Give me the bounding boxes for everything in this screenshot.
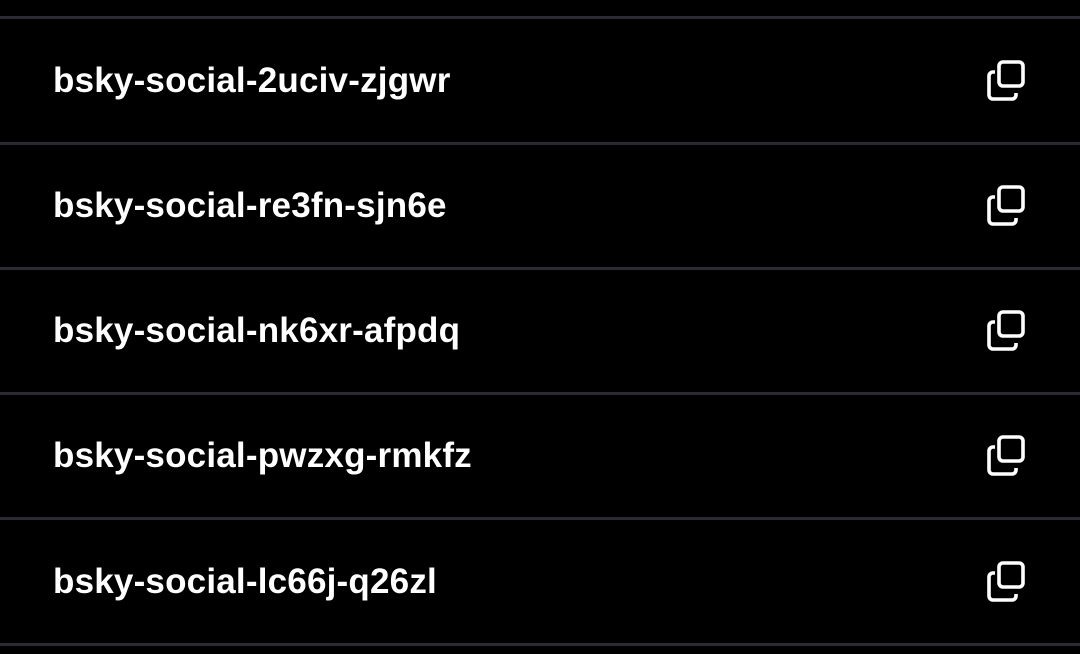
copy-icon	[987, 310, 1025, 351]
copy-button[interactable]	[984, 433, 1030, 479]
invite-code-row[interactable]: bsky-social-pwzxg-rmkfz	[0, 395, 1080, 517]
invite-code-list: bsky-social-2uciv-zjgwr bsky-social-re3f…	[0, 0, 1080, 654]
invite-code-row[interactable]: bsky-social-re3fn-sjn6e	[0, 145, 1080, 267]
invite-code-text: bsky-social-re3fn-sjn6e	[53, 186, 447, 225]
copy-button[interactable]	[984, 183, 1030, 229]
invite-code-text: bsky-social-nk6xr-afpdq	[53, 311, 461, 350]
divider	[0, 16, 1080, 19]
invite-code-text: bsky-social-2uciv-zjgwr	[53, 61, 451, 100]
invite-code-row[interactable]: bsky-social-lc66j-q26zl	[0, 521, 1080, 643]
copy-icon	[987, 435, 1025, 476]
copy-icon	[987, 60, 1025, 101]
copy-icon	[987, 561, 1025, 602]
copy-button[interactable]	[984, 559, 1030, 605]
invite-code-text: bsky-social-lc66j-q26zl	[53, 562, 437, 601]
copy-button[interactable]	[984, 58, 1030, 104]
invite-code-row[interactable]: bsky-social-2uciv-zjgwr	[0, 20, 1080, 142]
divider	[0, 517, 1080, 520]
copy-button[interactable]	[984, 308, 1030, 354]
invite-code-text: bsky-social-pwzxg-rmkfz	[53, 436, 472, 475]
divider	[0, 643, 1080, 646]
invite-code-row[interactable]: bsky-social-nk6xr-afpdq	[0, 270, 1080, 392]
copy-icon	[987, 185, 1025, 226]
